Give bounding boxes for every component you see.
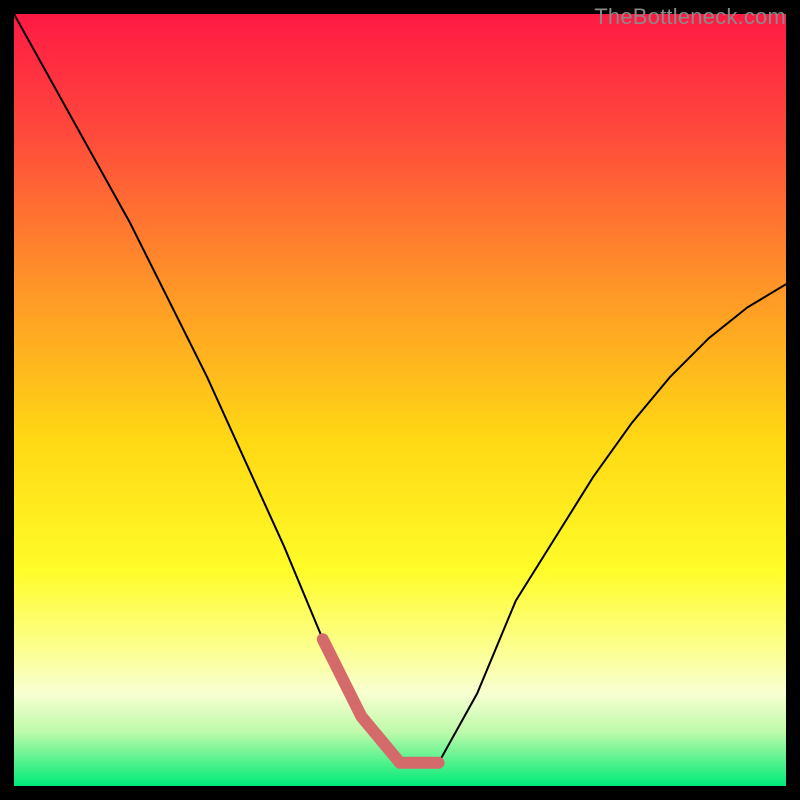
watermark-text: TheBottleneck.com: [594, 4, 786, 30]
plot-area: [14, 14, 786, 786]
chart-frame: TheBottleneck.com: [0, 0, 800, 800]
